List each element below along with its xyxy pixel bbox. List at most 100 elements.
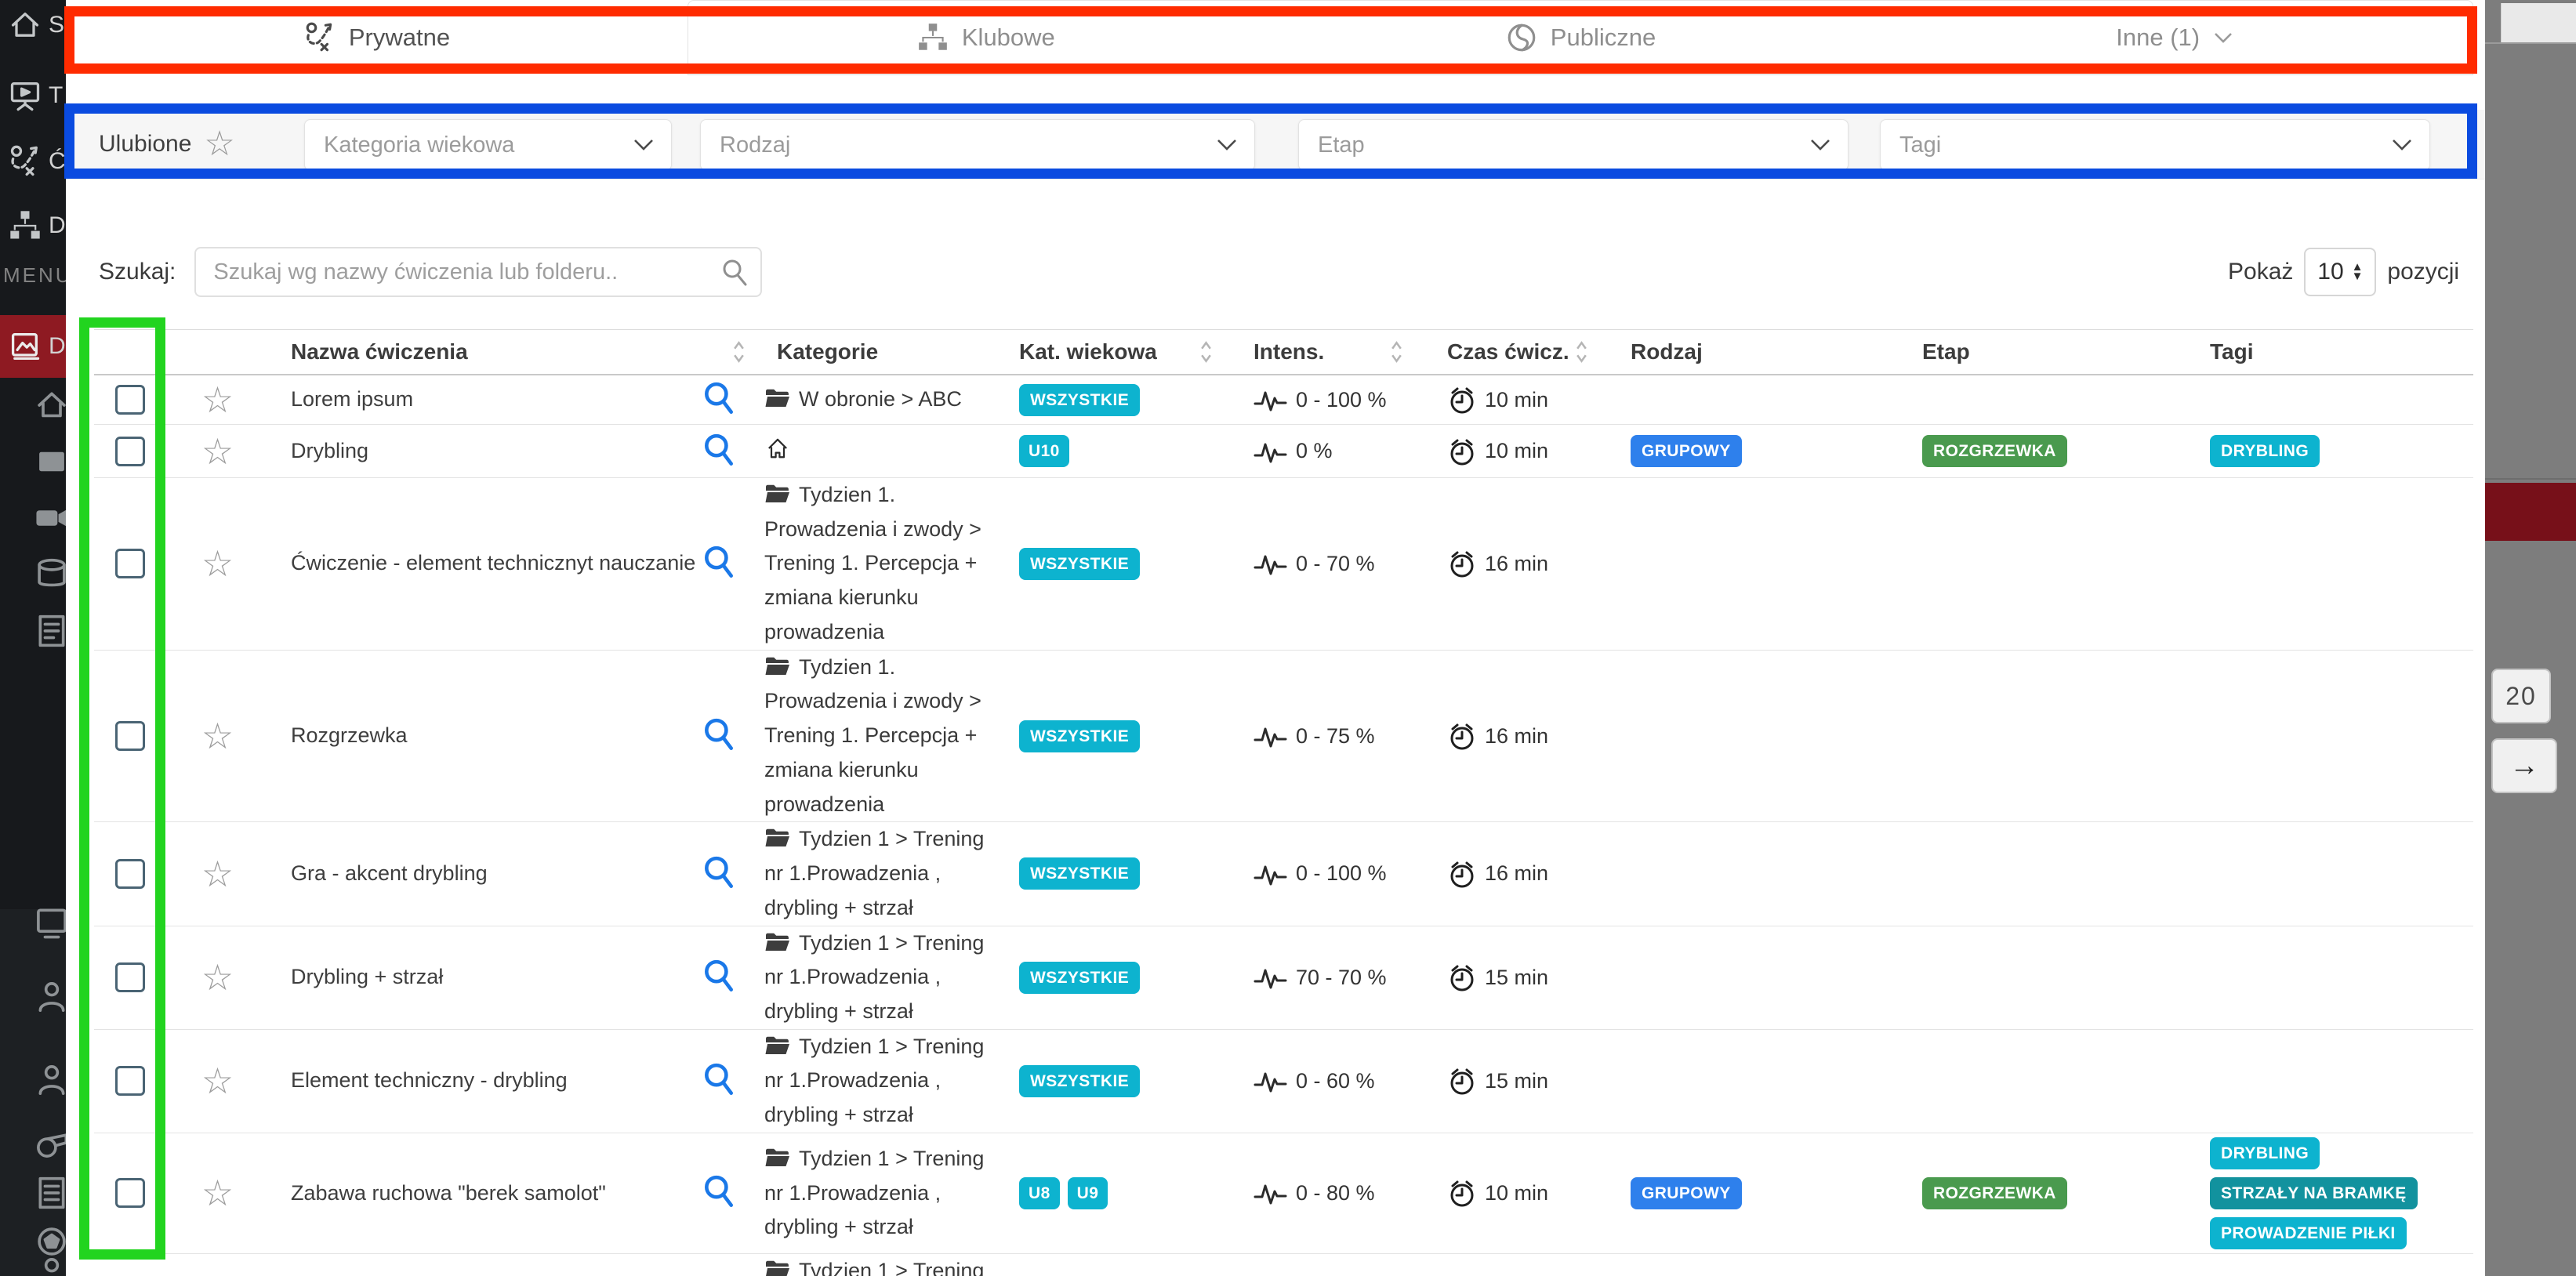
clock-icon — [1447, 549, 1477, 578]
home-icon — [8, 8, 42, 42]
tag-badge: DRYBLING — [2210, 435, 2320, 467]
exercise-name: Drybling + strzał — [263, 962, 702, 992]
sidebar-item-exercise-database-active[interactable]: D — [0, 315, 66, 378]
folder-icon — [764, 654, 791, 676]
folder-icon — [764, 482, 791, 504]
header-age-category[interactable]: Kat. wiekowa — [1007, 339, 1235, 365]
tactics-icon — [303, 21, 336, 54]
type-dropdown[interactable]: Rodzaj — [700, 119, 1255, 171]
sidebar-subitem[interactable] — [34, 444, 66, 479]
header-intensity[interactable]: Intens. — [1235, 339, 1442, 365]
sort-icon[interactable] — [1390, 339, 1403, 365]
header-name[interactable]: Nazwa ćwiczenia — [263, 339, 764, 365]
sort-icon[interactable] — [1199, 339, 1213, 365]
tags-dropdown[interactable]: Tagi — [1880, 119, 2430, 171]
zoom-preview-icon[interactable] — [702, 546, 736, 582]
zoom-preview-icon[interactable] — [702, 382, 736, 418]
age-category-dropdown[interactable]: Kategoria wiekowa — [304, 119, 672, 171]
sidebar-lower-item[interactable] — [34, 980, 66, 1014]
row-checkbox[interactable] — [115, 1178, 145, 1208]
sidebar-lower-item[interactable] — [34, 1176, 66, 1210]
intensity-icon — [1254, 439, 1288, 464]
stage-cell: ROZGRZEWKA — [1913, 435, 2199, 467]
intensity-icon — [1254, 1068, 1288, 1093]
header-duration[interactable]: Czas ćwicz. — [1442, 339, 1623, 365]
favorites-star-icon[interactable]: ☆ — [204, 127, 234, 161]
dropdown-placeholder: Tagi — [1899, 132, 1941, 158]
row-checkbox[interactable] — [115, 962, 145, 992]
tab-klubowe[interactable]: Klubowe — [688, 1, 1283, 74]
exercise-category: Tydzien 1 > Trening nr 1.Prowadzenia , d… — [764, 822, 1007, 925]
sidebar-subitem[interactable] — [34, 614, 66, 648]
sort-icon[interactable] — [1575, 339, 1588, 365]
exercise-category — [764, 434, 1007, 469]
tab-label: Publiczne — [1551, 24, 1656, 52]
exercise-category: Tydzien 1 > Trening nr 1.Prowadzenia , d… — [764, 926, 1007, 1029]
zoom-preview-icon[interactable] — [702, 718, 736, 754]
row-checkbox[interactable] — [115, 385, 145, 415]
background-number-box: 20 — [2491, 669, 2551, 723]
chevron-down-icon — [633, 139, 654, 151]
zoom-preview-icon[interactable] — [702, 959, 736, 995]
tab-publiczne[interactable]: Publiczne — [1283, 1, 1878, 74]
favorite-star-icon[interactable]: ☆ — [201, 382, 234, 418]
table-row: ☆ Drybling + strzał Tydzien 1 > Trening … — [94, 926, 2473, 1030]
table-row: ☆ Zabawa ruchowa "berek samolot" Tydzien… — [94, 1133, 2473, 1254]
row-checkbox[interactable] — [115, 721, 145, 751]
sidebar-item-label: D — [49, 212, 66, 239]
sidebar-item-start[interactable]: S — [0, 0, 66, 53]
sidebar-lower-item[interactable] — [34, 1224, 66, 1259]
zoom-preview-icon[interactable] — [702, 1063, 736, 1099]
database-icon — [34, 557, 66, 592]
row-checkbox[interactable] — [115, 437, 145, 466]
sidebar-item-board[interactable]: T — [0, 67, 66, 124]
page-size-control: Pokaż 10 ▲▼ pozycji — [2228, 248, 2459, 296]
sidebar-item-structure[interactable]: D — [0, 198, 66, 254]
favorite-star-icon[interactable]: ☆ — [201, 856, 234, 892]
row-checkbox[interactable] — [115, 1066, 145, 1096]
favorite-star-icon[interactable]: ☆ — [201, 433, 234, 469]
next-arrow-button[interactable]: → — [2491, 738, 2557, 793]
favorite-star-icon[interactable]: ☆ — [201, 718, 234, 754]
type-cell: GRUPOWY — [1623, 1177, 1913, 1209]
favorite-star-icon[interactable]: ☆ — [201, 1175, 234, 1211]
zoom-preview-icon[interactable] — [702, 1175, 736, 1211]
tab-inne[interactable]: Inne (1) — [1878, 1, 2473, 74]
sidebar-lower-item[interactable] — [34, 1063, 66, 1097]
tag-badge: STRZAŁY NA BRAMKĘ — [2210, 1177, 2418, 1209]
favorites-filter[interactable]: Ulubione ☆ — [99, 110, 235, 179]
sidebar-item-exercises[interactable]: Ć — [0, 133, 66, 190]
ball-icon — [34, 1224, 66, 1259]
search-input[interactable] — [194, 247, 762, 297]
row-checkbox[interactable] — [115, 859, 145, 889]
background-panel — [2501, 3, 2576, 42]
dropdown-placeholder: Rodzaj — [720, 132, 790, 158]
duration-cell: 10 min — [1442, 385, 1623, 415]
spinner-arrows-icon[interactable]: ▲▼ — [2352, 263, 2364, 281]
sidebar-menu-label: MENU — [3, 263, 66, 288]
favorite-star-icon[interactable]: ☆ — [201, 1063, 234, 1099]
sidebar-subitem[interactable] — [34, 388, 66, 422]
zoom-preview-icon[interactable] — [702, 856, 736, 892]
zoom-preview-icon[interactable] — [702, 433, 736, 469]
sidebar-lower-item[interactable] — [34, 1126, 66, 1160]
sidebar-subitem[interactable] — [34, 557, 66, 592]
hierarchy-icon — [916, 21, 949, 54]
sidebar-lower-item[interactable] — [34, 904, 66, 939]
stage-cell: ROZGRZEWKA — [1913, 1177, 2199, 1209]
sort-icon[interactable] — [732, 339, 746, 365]
favorite-star-icon[interactable]: ☆ — [201, 546, 234, 582]
search-icon — [721, 259, 748, 287]
folder-icon — [764, 386, 791, 408]
sidebar-item-label: S — [49, 12, 64, 38]
sidebar-lower-item[interactable] — [34, 1256, 66, 1276]
tab-prywatne[interactable]: Prywatne — [66, 0, 688, 75]
row-checkbox[interactable] — [115, 549, 145, 578]
favorite-star-icon[interactable]: ☆ — [201, 959, 234, 995]
sidebar-item-label: Ć — [49, 148, 66, 175]
page-size-spinner[interactable]: 10 ▲▼ — [2304, 248, 2376, 296]
tag-badge: PROWADZENIE PIŁKI — [2210, 1217, 2407, 1249]
sidebar-subitem[interactable] — [34, 501, 66, 535]
stage-dropdown[interactable]: Etap — [1298, 119, 1849, 171]
divider — [2485, 42, 2576, 44]
